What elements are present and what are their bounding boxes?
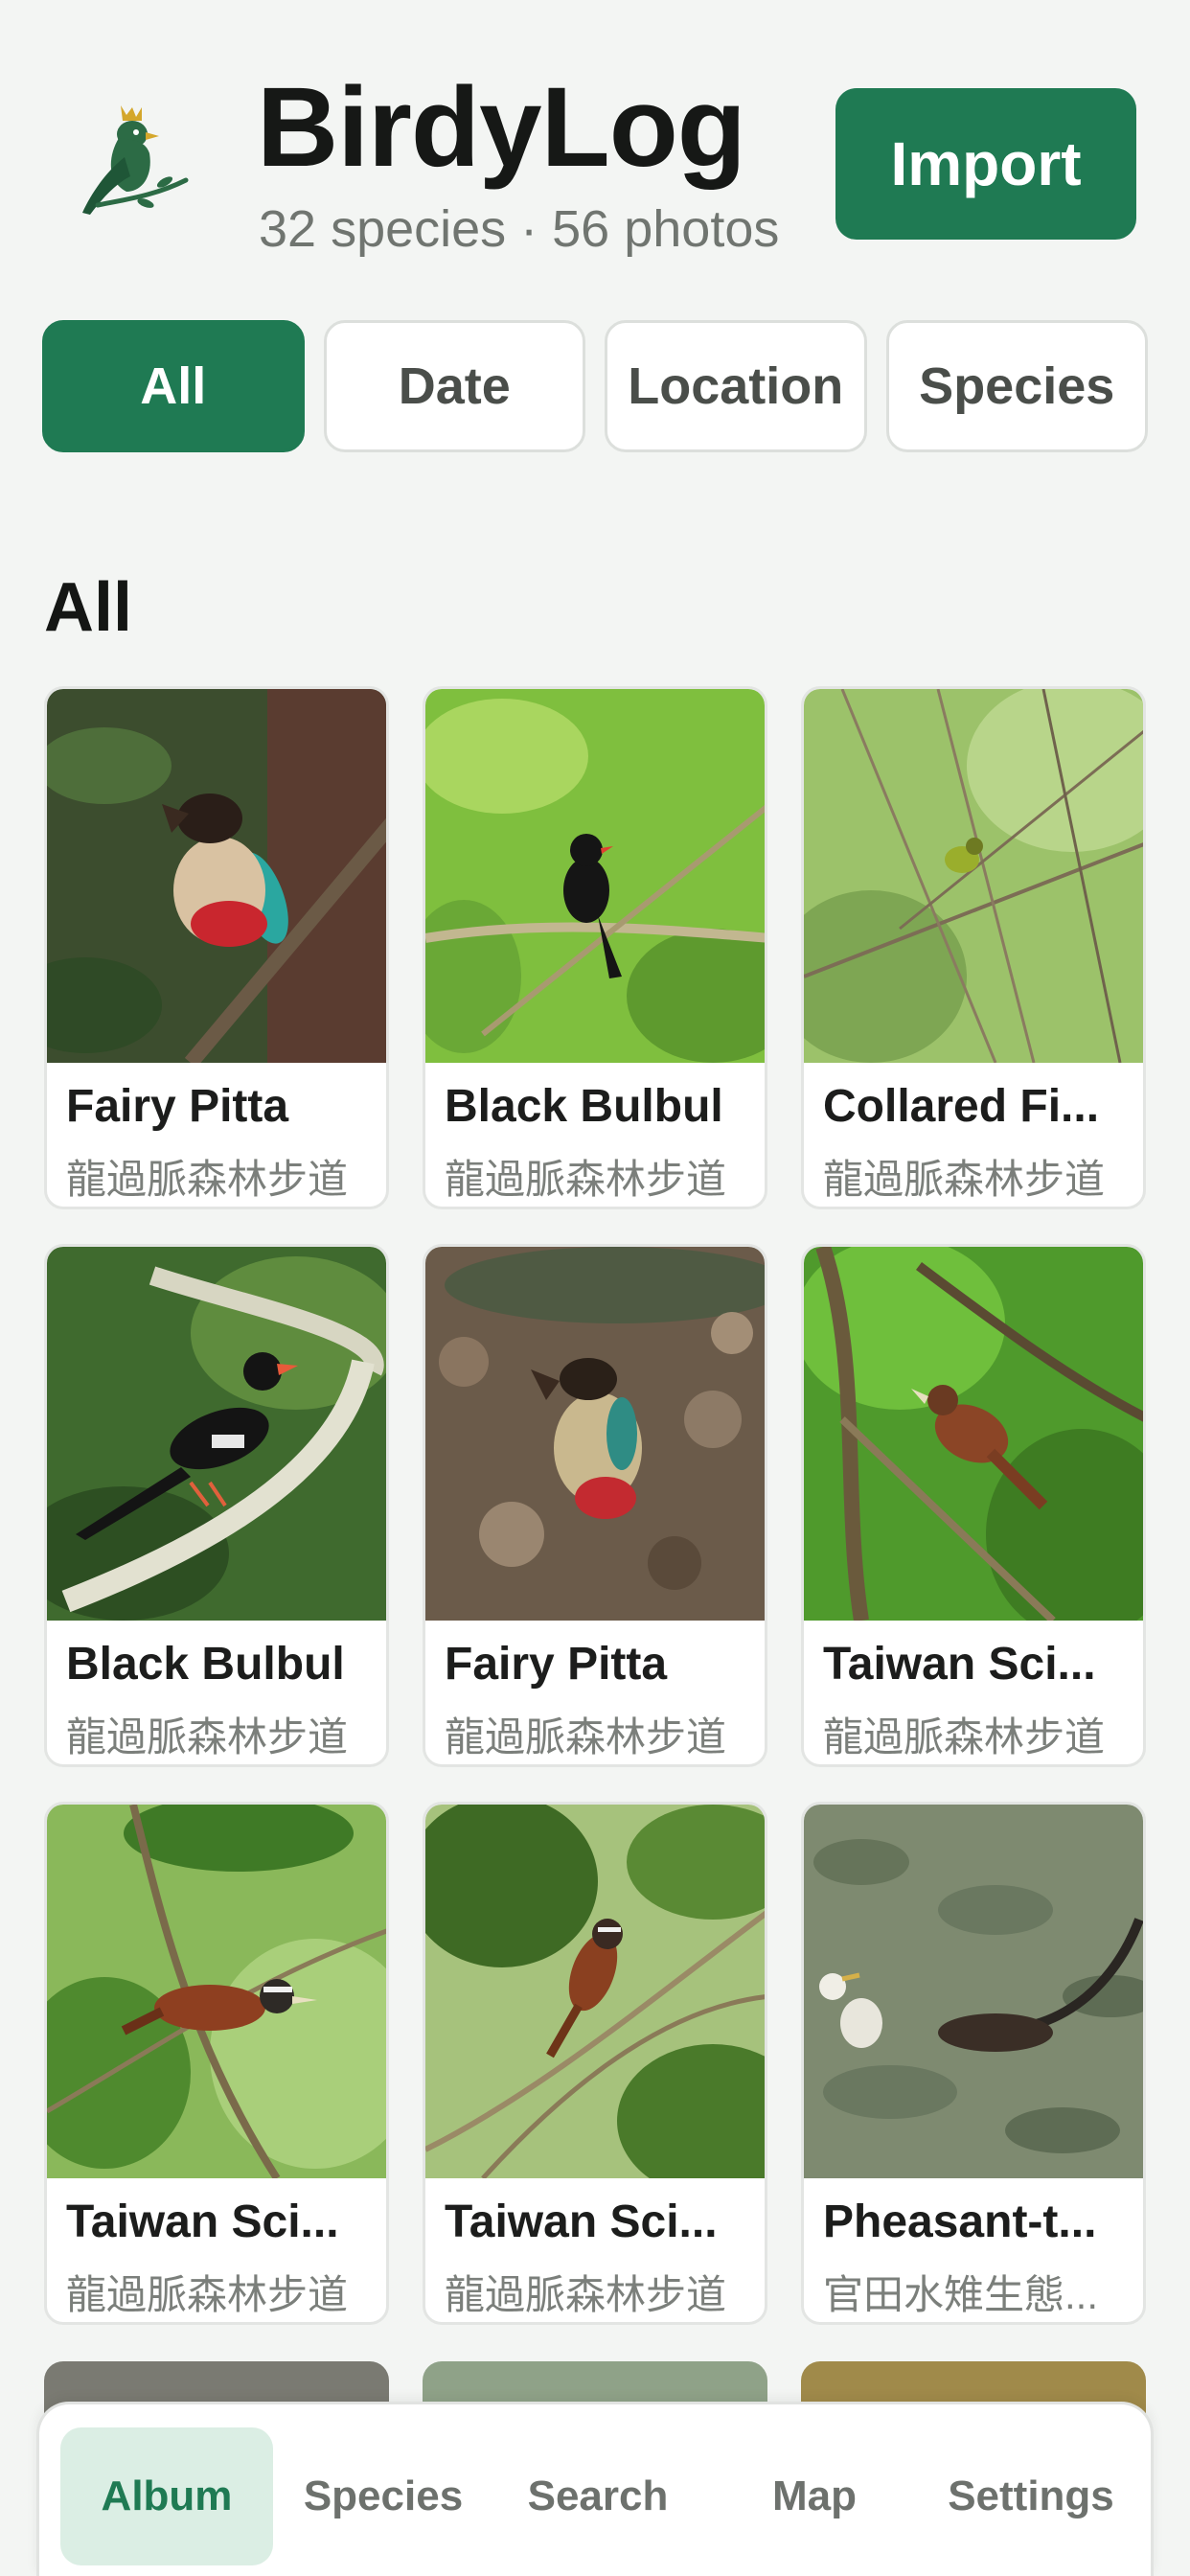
location-name: 龍過脈森林步道 <box>445 1157 727 1202</box>
bird-photo <box>804 689 1143 1064</box>
photo-card[interactable]: Taiwan Sci... 龍過脈森林步道 <box>423 1802 767 2325</box>
filter-chip-location[interactable]: Location <box>605 320 867 452</box>
photo-card[interactable]: Fairy Pitta 龍過脈森林步道 <box>423 1244 767 1767</box>
species-name: Collared Fi... <box>823 1081 1100 1132</box>
photo-card[interactable]: Taiwan Sci... 龍過脈森林步道 <box>44 1802 389 2325</box>
location-name: 龍過脈森林步道 <box>445 1714 727 1760</box>
species-name: Fairy Pitta <box>445 1639 668 1690</box>
bird-photo <box>425 1247 765 1621</box>
species-name: Black Bulbul <box>66 1639 345 1690</box>
location-name: 龍過脈森林步道 <box>823 1157 1106 1202</box>
app-header: BirdyLog 32 species · 56 photos Import <box>0 0 1190 288</box>
species-name: Fairy Pitta <box>66 1081 289 1132</box>
species-name: Taiwan Sci... <box>445 2196 718 2247</box>
photo-card[interactable]: Taiwan Sci... 龍過脈森林步道 <box>801 1244 1146 1767</box>
filter-chip-species[interactable]: Species <box>885 320 1148 452</box>
bird-photo <box>804 1247 1143 1640</box>
bird-with-crown-icon <box>82 105 189 215</box>
photo-card[interactable]: Pheasant-t... 官田水雉生態... <box>801 1802 1146 2325</box>
bird-photo <box>425 689 765 1063</box>
tab-map[interactable]: Map <box>708 2427 921 2565</box>
section-title: All <box>44 569 133 646</box>
filter-chips: All Date Location Species <box>42 320 1148 452</box>
bird-photo <box>425 1805 765 2197</box>
location-name: 龍過脈森林步道 <box>66 2272 349 2317</box>
bird-photo <box>47 1247 386 1621</box>
import-button[interactable]: Import <box>835 88 1136 240</box>
filter-chip-date[interactable]: Date <box>323 320 585 452</box>
photo-card[interactable]: Collared Fi... 龍過脈森林步道 <box>801 686 1146 1209</box>
bird-photo <box>47 1805 386 2181</box>
photo-card[interactable]: Black Bulbul 龍過脈森林步道 <box>44 1244 389 1767</box>
app-title: BirdyLog <box>257 64 746 191</box>
species-name: Taiwan Sci... <box>823 1639 1096 1690</box>
tab-search[interactable]: Search <box>492 2427 704 2565</box>
photo-card[interactable]: Black Bulbul 龍過脈森林步道 <box>423 686 767 1209</box>
location-name: 龍過脈森林步道 <box>445 2272 727 2317</box>
tab-species[interactable]: Species <box>277 2427 490 2565</box>
bottom-tab-bar: Album Species Search Map Settings <box>36 2402 1154 2576</box>
species-name: Taiwan Sci... <box>66 2196 339 2247</box>
photo-card[interactable]: Fairy Pitta 龍過脈森林步道 <box>44 686 389 1209</box>
species-name: Black Bulbul <box>445 1081 723 1132</box>
bird-photo <box>47 689 386 1069</box>
location-name: 官田水雉生態... <box>823 2272 1099 2317</box>
photo-grid: Fairy Pitta 龍過脈森林步道 Black Bulbul 龍過脈森林步道 <box>44 686 1148 2325</box>
bird-photo <box>804 1805 1143 2178</box>
species-name: Pheasant-t... <box>823 2196 1097 2247</box>
tab-settings[interactable]: Settings <box>925 2427 1137 2565</box>
location-name: 龍過脈森林步道 <box>66 1714 349 1760</box>
tab-album[interactable]: Album <box>60 2427 273 2565</box>
location-name: 龍過脈森林步道 <box>66 1157 349 1202</box>
collection-summary: 32 species · 56 photos <box>259 200 780 258</box>
filter-chip-all[interactable]: All <box>42 320 305 452</box>
location-name: 龍過脈森林步道 <box>823 1714 1106 1760</box>
